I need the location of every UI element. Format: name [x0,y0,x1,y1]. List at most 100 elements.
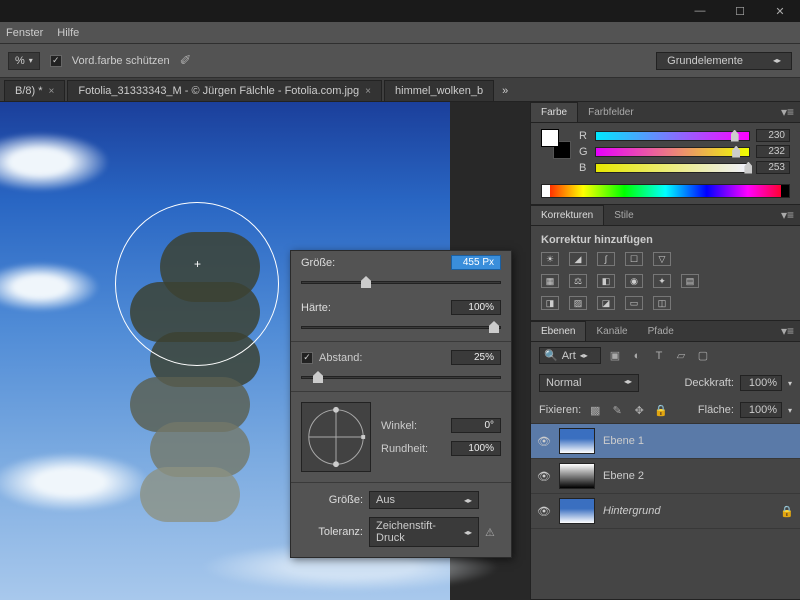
window-titlebar: — ☐ ✕ [0,0,800,22]
levels-icon[interactable]: ◢ [569,252,587,266]
lock-transparency-icon[interactable]: ▩ [587,403,603,417]
balance-icon[interactable]: ⚖ [569,274,587,288]
opacity-value[interactable]: 100% [740,375,782,391]
tabs-overflow[interactable]: » [496,81,514,101]
tab-farbfelder[interactable]: Farbfelder [578,103,644,122]
protect-foreground-label: Vord.farbe schützen [72,55,170,67]
lock-paint-icon[interactable]: ✎ [609,403,625,417]
panel-menu-icon[interactable]: ▾≡ [775,105,800,119]
workspace-dropdown[interactable]: Grundelemente◂▸ [656,52,792,70]
brush-cursor [115,202,279,366]
bw-icon[interactable]: ◧ [597,274,615,288]
hardness-label: Härte: [301,302,363,314]
close-button[interactable]: ✕ [766,2,794,20]
exposure-icon[interactable]: ☐ [625,252,643,266]
invert-icon[interactable]: ◨ [541,296,559,310]
hardness-slider[interactable] [301,321,501,333]
g-value[interactable]: 232 [756,145,790,158]
angle-input[interactable]: 0° [451,418,501,433]
layer-item-2[interactable]: 👁 Ebene 2 [531,459,800,494]
g-label: G [579,146,589,158]
threshold-icon[interactable]: ◪ [597,296,615,310]
layer-filter-dropdown[interactable]: 🔍Art◂▸ [539,347,601,364]
fill-label: Fläche: [698,404,734,416]
filter-image-icon[interactable]: ▣ [607,349,623,363]
menu-hilfe[interactable]: Hilfe [57,27,79,39]
close-icon[interactable]: × [49,86,55,97]
tab-farbe[interactable]: Farbe [531,102,578,122]
g-slider[interactable] [595,147,750,157]
panel-menu-icon[interactable]: ▾≡ [775,324,800,338]
color-swatch[interactable] [541,129,571,159]
warning-icon: ⚠ [485,526,495,539]
size-control-dropdown[interactable]: Aus◂▸ [369,491,479,509]
angle-control[interactable] [301,402,371,472]
spacing-input[interactable]: 25% [451,350,501,365]
opacity-field[interactable]: %▾ [8,52,40,70]
blend-mode-dropdown[interactable]: Normal◂▸ [539,374,639,392]
fill-value[interactable]: 100% [740,402,782,418]
filter-smart-icon[interactable]: ▢ [695,349,711,363]
size-slider[interactable] [301,276,501,288]
layers-panel: Ebenen Kanäle Pfade ▾≡ 🔍Art◂▸ ▣ ◐ T ▱ ▢ … [531,321,800,600]
r-value[interactable]: 230 [756,129,790,142]
r-label: R [579,130,589,142]
hardness-input[interactable]: 100% [451,300,501,315]
close-icon[interactable]: × [365,86,371,97]
tolerance-label: Toleranz: [301,526,363,538]
tab-kanaele[interactable]: Kanäle [586,322,637,341]
photo-filter-icon[interactable]: ◉ [625,274,643,288]
spacing-label: Abstand: [319,352,362,364]
b-slider[interactable] [595,163,750,173]
tab-pfade[interactable]: Pfade [638,322,684,341]
hue-icon[interactable]: ▦ [541,274,559,288]
layer-item-3[interactable]: 👁 Hintergrund 🔒 [531,494,800,529]
b-value[interactable]: 253 [756,161,790,174]
lock-position-icon[interactable]: ✥ [631,403,647,417]
visibility-icon[interactable]: 👁 [537,505,551,518]
filter-type-icon[interactable]: T [651,349,667,363]
posterize-icon[interactable]: ▨ [569,296,587,310]
brush-settings-popup: Größe:455 Px Härte:100% ✓Abstand:25% Win… [290,250,512,558]
vibrance-icon[interactable]: ▽ [653,252,671,266]
layer-item-1[interactable]: 👁 Ebene 1 [531,424,800,459]
curves-icon[interactable]: ∫ [597,252,615,266]
adjustments-panel: Korrekturen Stile ▾≡ Korrektur hinzufüge… [531,205,800,321]
size-input[interactable]: 455 Px [451,255,501,270]
protect-foreground-checkbox[interactable]: ✓ [50,55,62,67]
tolerance-dropdown[interactable]: Zeichenstift-Druck◂▸ [369,517,479,547]
tab-ebenen[interactable]: Ebenen [531,321,586,341]
visibility-icon[interactable]: 👁 [537,435,551,448]
tab-stile[interactable]: Stile [604,206,643,225]
minimize-button[interactable]: — [686,2,714,20]
lock-all-icon[interactable]: 🔒 [653,403,669,417]
maximize-button[interactable]: ☐ [726,2,754,20]
visibility-icon[interactable]: 👁 [537,470,551,483]
tab-2[interactable]: Fotolia_31333343_M - © Jürgen Fälchle - … [67,80,382,101]
roundness-input[interactable]: 100% [451,441,501,456]
tab-korrekturen[interactable]: Korrekturen [531,205,604,225]
tab-1[interactable]: B/8) *× [4,80,65,101]
layer-name[interactable]: Hintergrund [603,505,660,517]
filter-shape-icon[interactable]: ▱ [673,349,689,363]
r-slider[interactable] [595,131,750,141]
layer-name[interactable]: Ebene 2 [603,470,644,482]
spacing-checkbox[interactable]: ✓ [301,352,313,364]
right-panels: Farbe Farbfelder ▾≡ R230 G232 B253 Korre… [530,102,800,600]
panel-menu-icon[interactable]: ▾≡ [775,208,800,222]
layer-name[interactable]: Ebene 1 [603,435,644,447]
color-spectrum[interactable] [541,184,790,198]
brightness-icon[interactable]: ☀ [541,252,559,266]
selective-color-icon[interactable]: ◫ [653,296,671,310]
tab-3[interactable]: himmel_wolken_b [384,80,494,101]
lookup-icon[interactable]: ▤ [681,274,699,288]
channel-mixer-icon[interactable]: ✦ [653,274,671,288]
filter-adjust-icon[interactable]: ◐ [629,349,645,363]
layer-thumbnail [559,428,595,454]
spacing-slider[interactable] [301,371,501,383]
menu-fenster[interactable]: Fenster [6,27,43,39]
gradient-map-icon[interactable]: ▭ [625,296,643,310]
airbrush-icon[interactable]: ✐ [180,52,192,69]
canvas[interactable]: + Größe:455 Px Härte:100% ✓Abstand:25% W… [0,102,530,600]
layer-thumbnail [559,498,595,524]
